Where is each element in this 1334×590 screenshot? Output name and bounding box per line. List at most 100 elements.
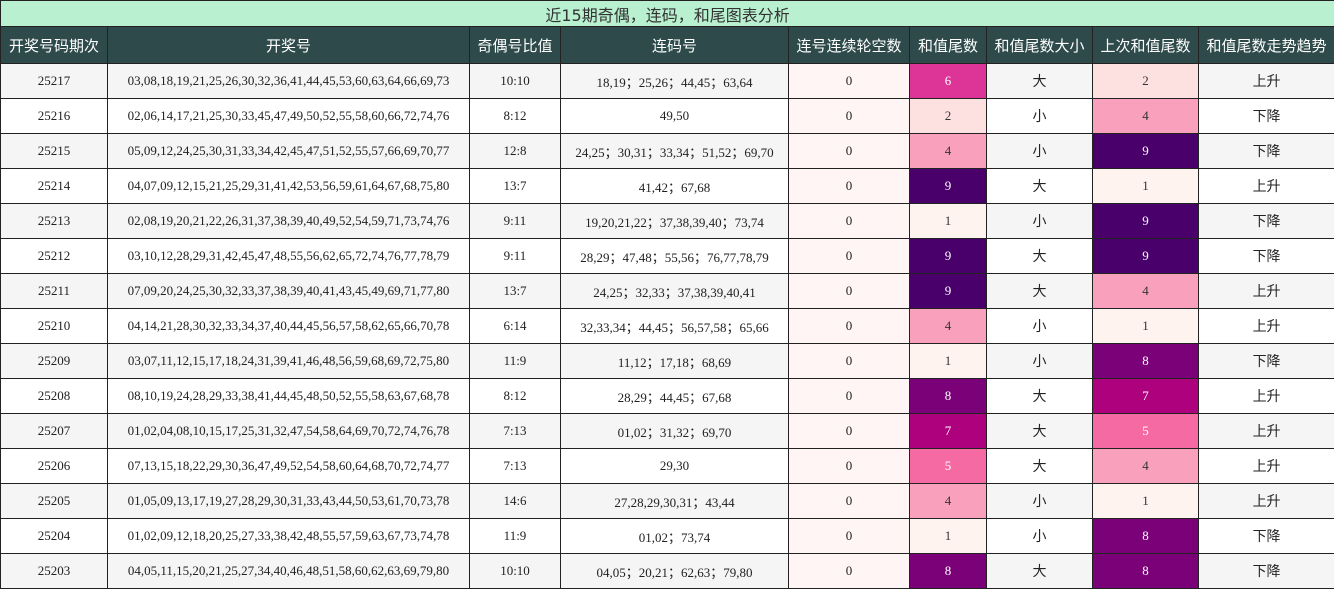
header-numbers: 开奖号 xyxy=(107,26,470,64)
prev-tail-cell: 9 xyxy=(1092,203,1199,239)
trend-cell: 下降 xyxy=(1197,238,1334,274)
table-row: 25203 04,05,11,15,20,21,25,27,34,40,46,48… xyxy=(0,553,1334,589)
prev-tail-cell: 1 xyxy=(1092,308,1199,344)
period-cell: 25217 xyxy=(0,63,108,99)
period-cell: 25208 xyxy=(0,378,108,414)
streak-cell: 0 xyxy=(788,203,910,239)
size-cell: 小 xyxy=(986,518,1093,554)
size-cell: 大 xyxy=(986,378,1093,414)
period-cell: 25216 xyxy=(0,98,108,134)
streak-cell: 0 xyxy=(788,448,910,484)
numbers-cell: 07,13,15,18,22,29,30,36,47,49,52,54,58,6… xyxy=(107,448,470,484)
trend-cell: 下降 xyxy=(1197,133,1334,169)
odd-even-cell: 11:9 xyxy=(469,343,561,379)
table-row: 25210 04,14,21,28,30,32,33,34,37,40,44,45… xyxy=(0,308,1334,344)
tail-cell: 4 xyxy=(909,308,987,344)
trend-cell: 上升 xyxy=(1197,273,1334,309)
table-row: 25206 07,13,15,18,22,29,30,36,47,49,52,54… xyxy=(0,448,1334,484)
streak-cell: 0 xyxy=(788,413,910,449)
size-cell: 大 xyxy=(986,413,1093,449)
consecutive-cell: 49,50 xyxy=(560,98,789,134)
consecutive-cell: 41,42；67,68 xyxy=(560,168,789,204)
streak-cell: 0 xyxy=(788,63,910,99)
numbers-cell: 04,05,11,15,20,21,25,27,34,40,46,48,51,5… xyxy=(107,553,470,589)
odd-even-cell: 7:13 xyxy=(469,413,561,449)
consecutive-cell: 27,28,29,30,31；43,44 xyxy=(560,483,789,519)
odd-even-cell: 9:11 xyxy=(469,203,561,239)
size-cell: 小 xyxy=(986,203,1093,239)
streak-cell: 0 xyxy=(788,553,910,589)
prev-tail-cell: 8 xyxy=(1092,518,1199,554)
trend-cell: 上升 xyxy=(1197,168,1334,204)
consecutive-cell: 28,29；44,45；67,68 xyxy=(560,378,789,414)
numbers-cell: 01,05,09,13,17,19,27,28,29,30,31,33,43,4… xyxy=(107,483,470,519)
odd-even-cell: 14:6 xyxy=(469,483,561,519)
table-row: 25214 04,07,09,12,15,21,25,29,31,41,42,53… xyxy=(0,168,1334,204)
prev-tail-cell: 1 xyxy=(1092,168,1199,204)
numbers-cell: 08,10,19,24,28,29,33,38,41,44,45,48,50,5… xyxy=(107,378,470,414)
period-cell: 25213 xyxy=(0,203,108,239)
odd-even-cell: 7:13 xyxy=(469,448,561,484)
header-streak: 连号连续轮空数 xyxy=(788,26,910,64)
tail-cell: 2 xyxy=(909,98,987,134)
period-cell: 25214 xyxy=(0,168,108,204)
header-size: 和值尾数大小 xyxy=(986,26,1093,64)
numbers-cell: 01,02,04,08,10,15,17,25,31,32,47,54,58,6… xyxy=(107,413,470,449)
table-row: 25216 02,06,14,17,21,25,30,33,45,47,49,50… xyxy=(0,98,1334,134)
streak-cell: 0 xyxy=(788,518,910,554)
table-row: 25205 01,05,09,13,17,19,27,28,29,30,31,33… xyxy=(0,483,1334,519)
prev-tail-cell: 8 xyxy=(1092,553,1199,589)
tail-cell: 4 xyxy=(909,483,987,519)
table-row: 25204 01,02,09,12,18,20,25,27,33,38,42,48… xyxy=(0,518,1334,554)
odd-even-cell: 13:7 xyxy=(469,168,561,204)
period-cell: 25215 xyxy=(0,133,108,169)
size-cell: 大 xyxy=(986,553,1093,589)
tail-cell: 8 xyxy=(909,553,987,589)
tail-cell: 9 xyxy=(909,273,987,309)
period-cell: 25211 xyxy=(0,273,108,309)
trend-cell: 上升 xyxy=(1197,63,1334,99)
prev-tail-cell: 4 xyxy=(1092,98,1199,134)
header-consecutive: 连码号 xyxy=(560,26,789,64)
odd-even-cell: 10:10 xyxy=(469,553,561,589)
period-cell: 25212 xyxy=(0,238,108,274)
prev-tail-cell: 2 xyxy=(1092,63,1199,99)
tail-cell: 1 xyxy=(909,518,987,554)
tail-cell: 4 xyxy=(909,133,987,169)
table-row: 25208 08,10,19,24,28,29,33,38,41,44,45,48… xyxy=(0,378,1334,414)
tail-cell: 5 xyxy=(909,448,987,484)
trend-cell: 上升 xyxy=(1197,448,1334,484)
consecutive-cell: 01,02；31,32；69,70 xyxy=(560,413,789,449)
period-cell: 25205 xyxy=(0,483,108,519)
size-cell: 小 xyxy=(986,133,1093,169)
streak-cell: 0 xyxy=(788,483,910,519)
streak-cell: 0 xyxy=(788,308,910,344)
period-cell: 25206 xyxy=(0,448,108,484)
size-cell: 小 xyxy=(986,98,1093,134)
numbers-cell: 01,02,09,12,18,20,25,27,33,38,42,48,55,5… xyxy=(107,518,470,554)
numbers-cell: 07,09,20,24,25,30,32,33,37,38,39,40,41,4… xyxy=(107,273,470,309)
odd-even-cell: 12:8 xyxy=(469,133,561,169)
table-row: 25209 03,07,11,12,15,17,18,24,31,39,41,46… xyxy=(0,343,1334,379)
trend-cell: 上升 xyxy=(1197,483,1334,519)
period-cell: 25207 xyxy=(0,413,108,449)
size-cell: 大 xyxy=(986,238,1093,274)
prev-tail-cell: 9 xyxy=(1092,238,1199,274)
tail-cell: 1 xyxy=(909,343,987,379)
consecutive-cell: 04,05；20,21；62,63；79,80 xyxy=(560,553,789,589)
numbers-cell: 04,07,09,12,15,21,25,29,31,41,42,53,56,5… xyxy=(107,168,470,204)
period-cell: 25210 xyxy=(0,308,108,344)
streak-cell: 0 xyxy=(788,273,910,309)
trend-cell: 上升 xyxy=(1197,378,1334,414)
trend-cell: 下降 xyxy=(1197,518,1334,554)
tail-cell: 8 xyxy=(909,378,987,414)
table-row: 25215 05,09,12,24,25,30,31,33,34,42,45,47… xyxy=(0,133,1334,169)
streak-cell: 0 xyxy=(788,378,910,414)
table-row: 25217 03,08,18,19,21,25,26,30,32,36,41,44… xyxy=(0,63,1334,99)
header-period: 开奖号码期次 xyxy=(0,26,108,64)
tail-cell: 7 xyxy=(909,413,987,449)
trend-cell: 上升 xyxy=(1197,413,1334,449)
size-cell: 大 xyxy=(986,63,1093,99)
trend-cell: 上升 xyxy=(1197,308,1334,344)
tail-cell: 9 xyxy=(909,168,987,204)
